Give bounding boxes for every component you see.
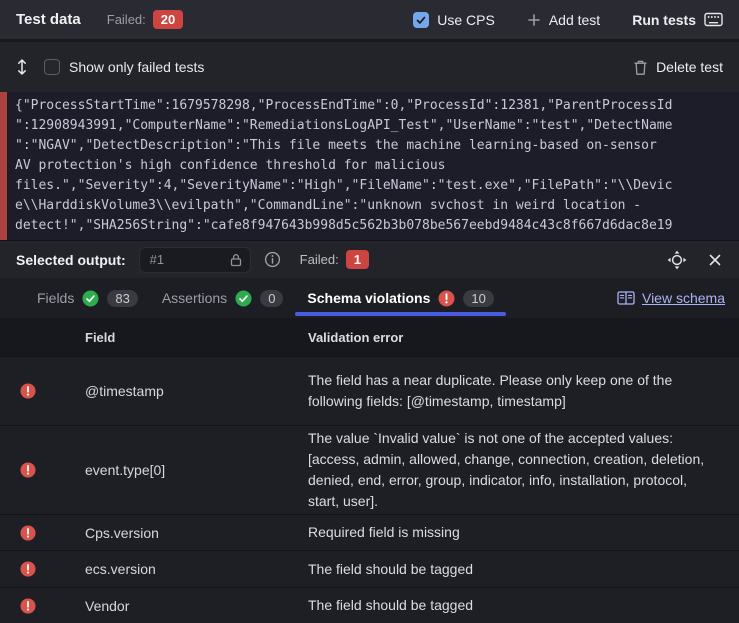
output-failed-label: Failed: xyxy=(300,252,339,267)
violation-error: The value `Invalid value` is not one of … xyxy=(308,428,739,512)
add-test-label: Add test xyxy=(549,12,600,28)
show-only-failed-label: Show only failed tests xyxy=(69,59,204,75)
error-icon xyxy=(20,462,36,478)
top-bar: Test data Failed: 20 Use CPS Add test Ru… xyxy=(0,0,739,42)
violations-table-header: Field Validation error xyxy=(0,318,739,356)
alert-circle-icon xyxy=(438,290,455,307)
tab-fields-count: 83 xyxy=(107,290,137,307)
keyboard-icon xyxy=(704,12,723,27)
close-output-button[interactable] xyxy=(707,252,723,268)
test-toolbar: Show only failed tests Delete test xyxy=(0,42,739,92)
checkbox-checked-icon[interactable] xyxy=(413,12,429,28)
tab-assertions[interactable]: Assertions 0 xyxy=(150,278,296,318)
test-panel: Test data Failed: 20 Use CPS Add test Ru… xyxy=(0,0,739,623)
table-row[interactable]: event.type[0] The value `Invalid value` … xyxy=(0,425,739,514)
selected-output-label: Selected output: xyxy=(16,252,126,268)
sort-updown-icon xyxy=(16,58,28,76)
output-selector-value: #1 xyxy=(150,252,230,267)
violation-error: The field should be tagged xyxy=(308,559,739,580)
plus-icon xyxy=(527,13,541,27)
violation-error: The field should be tagged xyxy=(308,595,739,616)
tab-fields-label: Fields xyxy=(37,290,74,306)
error-icon xyxy=(20,525,36,541)
run-tests-label: Run tests xyxy=(632,12,696,28)
focus-output-button[interactable] xyxy=(667,250,687,270)
tab-assertions-count: 0 xyxy=(260,290,283,307)
delete-test-label: Delete test xyxy=(656,59,723,75)
info-icon xyxy=(264,251,281,268)
check-circle-icon xyxy=(82,290,99,307)
violation-field: @timestamp xyxy=(85,383,308,399)
check-icon xyxy=(415,14,427,26)
output-tabs: Fields 83 Assertions 0 Schema violations… xyxy=(0,278,739,318)
top-bar-actions: Use CPS Add test Run tests xyxy=(413,12,723,28)
violation-field: ecs.version xyxy=(85,561,308,577)
show-only-failed-checkbox[interactable]: Show only failed tests xyxy=(44,59,204,75)
table-row[interactable]: Cps.version Required field is missing xyxy=(0,514,739,550)
column-header-validation-error: Validation error xyxy=(308,330,739,345)
page-title: Test data xyxy=(16,11,81,28)
tab-schema-violations-count: 10 xyxy=(463,290,493,307)
run-tests-button[interactable]: Run tests xyxy=(632,12,723,28)
use-cps-checkbox[interactable]: Use CPS xyxy=(413,12,495,28)
violation-field: event.type[0] xyxy=(85,462,308,478)
output-info-button[interactable] xyxy=(264,251,281,268)
check-circle-icon xyxy=(235,290,252,307)
table-row[interactable]: @timestamp The field has a near duplicat… xyxy=(0,356,739,425)
use-cps-label: Use CPS xyxy=(437,12,495,28)
tab-assertions-label: Assertions xyxy=(162,290,227,306)
close-icon xyxy=(707,252,723,268)
test-data-json[interactable]: {"ProcessStartTime":1679578298,"ProcessE… xyxy=(0,92,739,240)
violation-field: Cps.version xyxy=(85,525,308,541)
trash-icon xyxy=(633,59,648,76)
output-failed-count-badge: 1 xyxy=(346,250,369,269)
sort-tests-button[interactable] xyxy=(16,58,28,76)
error-icon xyxy=(20,561,36,577)
schema-book-icon xyxy=(617,290,635,306)
column-header-field: Field xyxy=(85,330,308,345)
crosshair-icon xyxy=(667,250,687,270)
tab-fields[interactable]: Fields 83 xyxy=(25,278,150,318)
tab-schema-violations[interactable]: Schema violations 10 xyxy=(295,278,505,318)
view-schema-link[interactable]: View schema xyxy=(617,290,725,306)
violation-error: Required field is missing xyxy=(308,522,739,543)
table-row[interactable]: ecs.version The field should be tagged xyxy=(0,550,739,587)
tab-schema-violations-label: Schema violations xyxy=(307,290,430,306)
view-schema-label: View schema xyxy=(642,290,725,306)
error-icon xyxy=(20,383,36,399)
checkbox-unchecked-icon[interactable] xyxy=(44,59,60,75)
output-selector-input[interactable]: #1 xyxy=(139,247,251,273)
output-failed-summary: Failed: 1 xyxy=(300,250,369,269)
failed-label: Failed: xyxy=(107,12,146,27)
selected-output-bar: Selected output: #1 Failed: 1 xyxy=(0,240,739,278)
table-row[interactable]: Vendor The field should be tagged xyxy=(0,587,739,623)
add-test-button[interactable]: Add test xyxy=(527,12,600,28)
lock-icon xyxy=(230,253,242,267)
failed-tests-summary: Failed: 20 xyxy=(107,10,184,29)
error-icon xyxy=(20,598,36,614)
violation-field: Vendor xyxy=(85,598,308,614)
delete-test-button[interactable]: Delete test xyxy=(633,59,723,76)
failed-count-badge: 20 xyxy=(153,10,183,29)
violation-error: The field has a near duplicate. Please o… xyxy=(308,370,739,412)
